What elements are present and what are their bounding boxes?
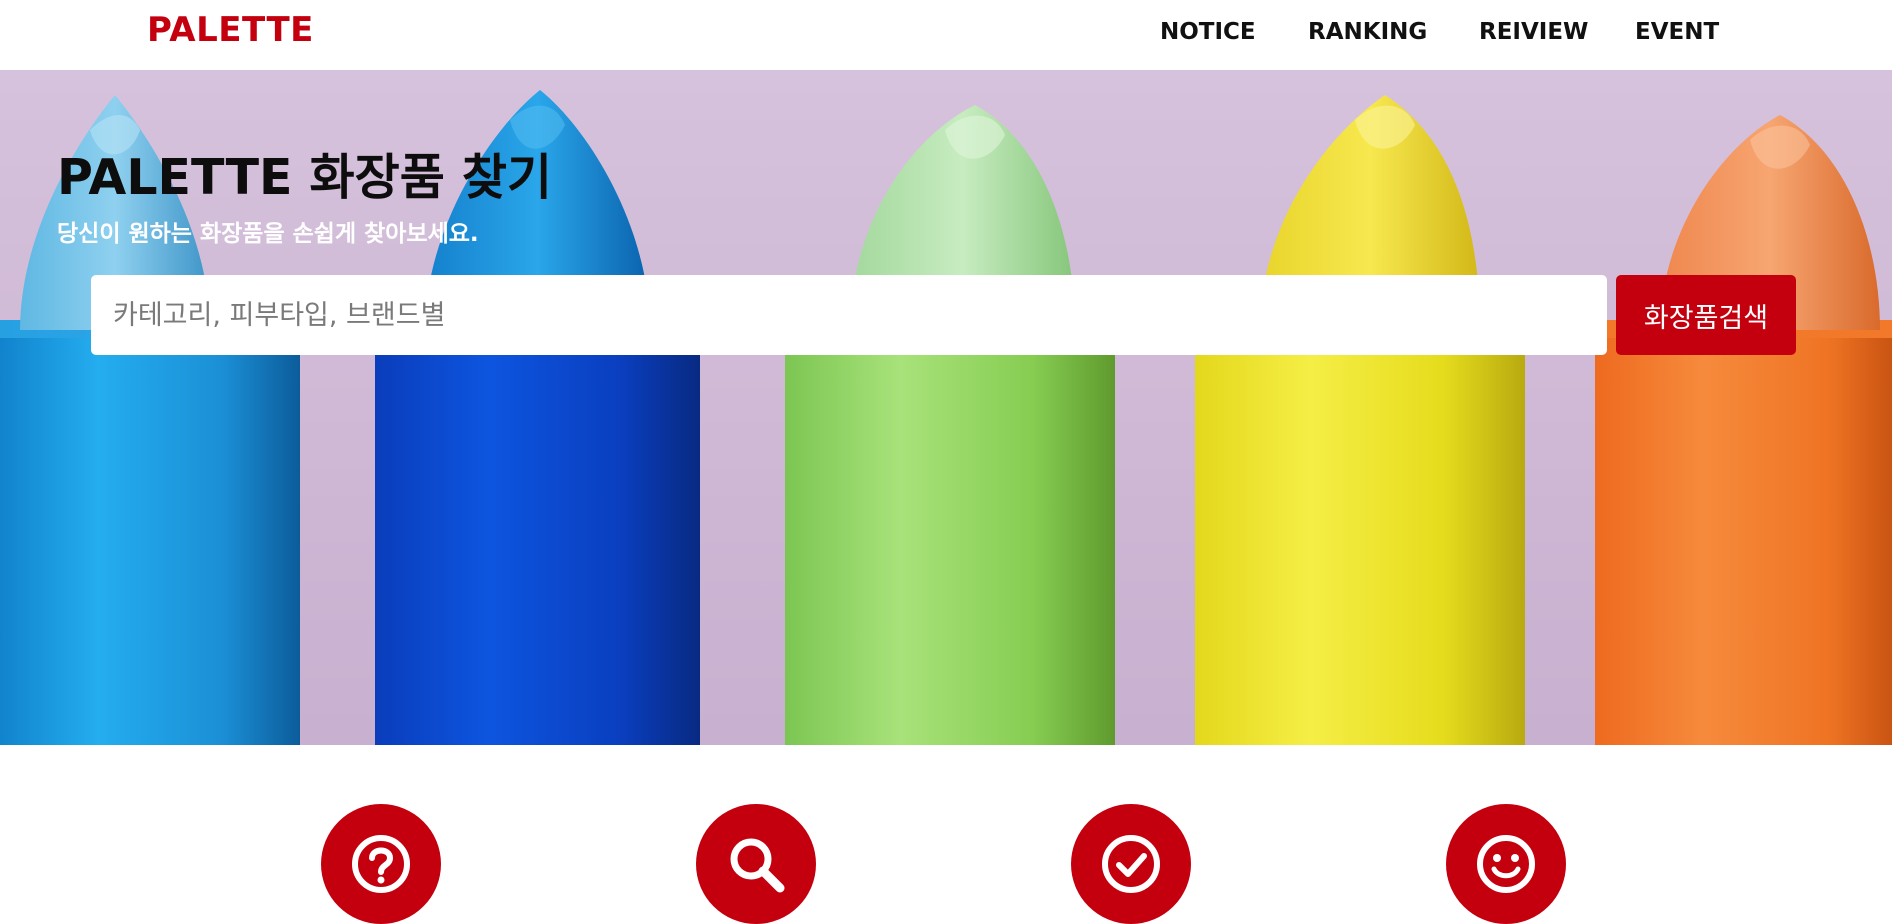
feature-check-button[interactable]: [1071, 804, 1191, 924]
main-nav: NOTICE RANKING REIVIEW EVENT: [0, 19, 1892, 49]
smile-icon: [1477, 835, 1535, 893]
search-icon: [730, 838, 785, 893]
check-circle-icon: [1102, 835, 1160, 893]
hero-title: PALETTE 화장품 찾기: [57, 149, 552, 206]
nav-event-link[interactable]: EVENT: [1635, 19, 1719, 45]
feature-smile-button[interactable]: [1446, 804, 1566, 924]
nav-notice-link[interactable]: NOTICE: [1160, 19, 1256, 45]
top-header: PALETTE NOTICE RANKING REIVIEW EVENT: [0, 0, 1892, 70]
question-icon: [352, 835, 410, 893]
hero-banner: PALETTE 화장품 찾기 당신이 원하는 화장품을 손쉽게 찾아보세요. 화…: [0, 70, 1892, 745]
search-button[interactable]: 화장품검색: [1616, 275, 1796, 355]
hero-subtitle: 당신이 원하는 화장품을 손쉽게 찾아보세요.: [57, 221, 479, 247]
search-input[interactable]: [91, 275, 1607, 355]
nav-ranking-link[interactable]: RANKING: [1308, 19, 1427, 45]
feature-question-button[interactable]: [321, 804, 441, 924]
feature-search-button[interactable]: [696, 804, 816, 924]
nav-review-link[interactable]: REIVIEW: [1479, 19, 1588, 45]
feature-icons-row: [0, 745, 1892, 924]
